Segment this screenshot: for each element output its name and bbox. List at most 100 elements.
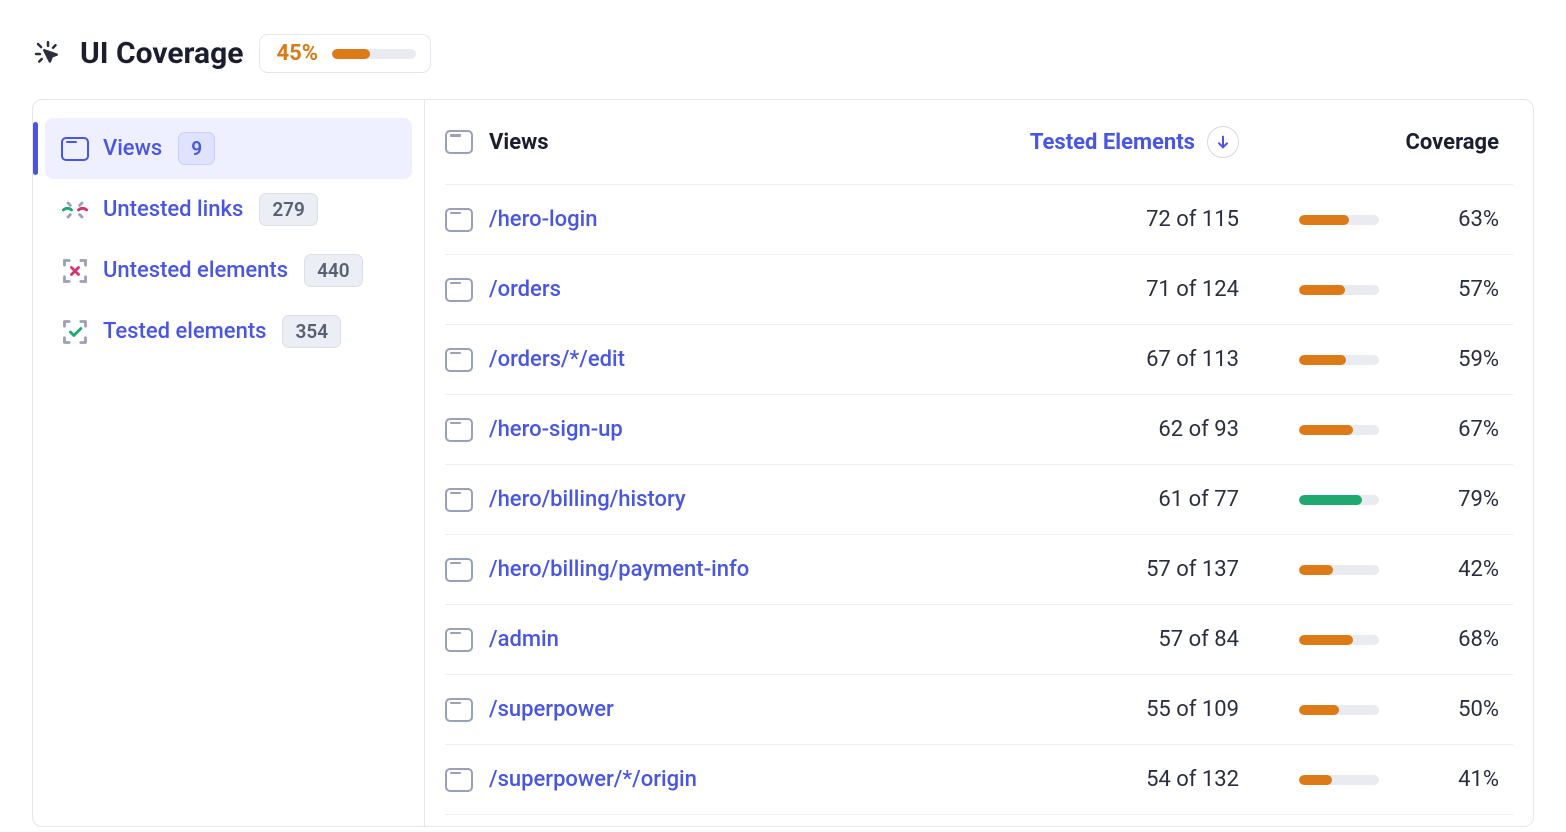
cell-coverage: 59%: [1379, 347, 1499, 372]
sidebar-icon: [61, 257, 89, 285]
cell-bar: [1239, 775, 1379, 785]
table-row[interactable]: /hero/billing/history 61 of 77 79%: [445, 465, 1513, 535]
window-icon: [61, 137, 89, 161]
coverage-bar: [1299, 425, 1379, 435]
sidebar-item-untested-links[interactable]: Untested links 279: [45, 179, 412, 240]
cell-bar: [1239, 565, 1379, 575]
cell-tested: 57 of 137: [979, 557, 1239, 582]
coverage-bar-fill: [1299, 355, 1346, 365]
sidebar-icon: [61, 196, 89, 224]
overall-coverage-pill: 45%: [259, 34, 431, 73]
route-path[interactable]: /admin: [489, 627, 559, 652]
coverage-bar: [1299, 635, 1379, 645]
sidebar-item-views[interactable]: Views9: [45, 118, 412, 179]
cell-route: /orders/*/edit: [445, 347, 979, 372]
table-row[interactable]: /orders 71 of 124 57%: [445, 255, 1513, 325]
route-path[interactable]: /orders: [489, 277, 561, 302]
cell-bar: [1239, 495, 1379, 505]
coverage-bar-fill: [1299, 705, 1339, 715]
main-table: Views Tested Elements Coverage /hero-log…: [425, 100, 1533, 826]
window-icon: [445, 768, 473, 792]
coverage-bar-fill: [1299, 425, 1353, 435]
sidebar-item-tested-elements[interactable]: Tested elements 354: [45, 301, 412, 362]
cell-bar: [1239, 705, 1379, 715]
overall-coverage-bar: [332, 49, 416, 59]
content-panel: Views9 Untested links 279 Untested elements…: [32, 99, 1534, 827]
sidebar-item-count: 279: [259, 193, 318, 226]
cell-bar: [1239, 635, 1379, 645]
sort-desc-button[interactable]: [1207, 126, 1239, 158]
cell-coverage: 79%: [1379, 487, 1499, 512]
page-header: UI Coverage 45%: [0, 0, 1566, 99]
window-icon: [445, 130, 473, 154]
cell-coverage: 50%: [1379, 697, 1499, 722]
cell-coverage: 41%: [1379, 767, 1499, 792]
route-path[interactable]: /orders/*/edit: [489, 347, 625, 372]
table-row[interactable]: /hero/billing/payment-info 57 of 137 42%: [445, 535, 1513, 605]
coverage-bar-fill: [1299, 215, 1349, 225]
cell-route: /hero-sign-up: [445, 417, 979, 442]
sidebar-item-label: Tested elements: [103, 319, 266, 344]
sidebar: Views9 Untested links 279 Untested elements…: [33, 100, 425, 826]
window-icon: [445, 208, 473, 232]
route-path[interactable]: /hero-sign-up: [489, 417, 623, 442]
col-header-coverage: Coverage: [1379, 130, 1499, 155]
cell-route: /admin: [445, 627, 979, 652]
sidebar-item-label: Views: [103, 136, 162, 161]
overall-coverage-bar-fill: [332, 49, 370, 59]
sidebar-item-label: Untested links: [103, 197, 243, 222]
cell-tested: 72 of 115: [979, 207, 1239, 232]
cell-tested: 71 of 124: [979, 277, 1239, 302]
window-icon: [445, 488, 473, 512]
cell-route: /hero/billing/payment-info: [445, 557, 979, 582]
cell-route: /superpower: [445, 697, 979, 722]
page-title: UI Coverage: [80, 36, 243, 71]
table-row[interactable]: /hero-sign-up62 of 9367%: [445, 395, 1513, 465]
sidebar-item-count: 354: [282, 315, 341, 348]
target-check-icon: [61, 318, 89, 346]
cell-bar: [1239, 215, 1379, 225]
route-path[interactable]: /superpower/*/origin: [489, 767, 697, 792]
route-path[interactable]: /hero/billing/history: [489, 487, 686, 512]
cell-route: /orders: [445, 277, 979, 302]
sidebar-icon: [61, 318, 89, 346]
cursor-click-icon: [32, 38, 64, 70]
coverage-bar-fill: [1299, 495, 1362, 505]
table-row[interactable]: /superpower55 of 10950%: [445, 675, 1513, 745]
sidebar-item-untested-elements[interactable]: Untested elements 440: [45, 240, 412, 301]
cell-tested: 67 of 113: [979, 347, 1239, 372]
sidebar-icon: [61, 135, 89, 163]
cell-coverage: 57%: [1379, 277, 1499, 302]
window-icon: [445, 348, 473, 372]
cell-bar: [1239, 355, 1379, 365]
route-path[interactable]: /hero-login: [489, 207, 597, 232]
col-header-tested[interactable]: Tested Elements: [979, 126, 1239, 158]
broken-link-icon: [61, 196, 89, 224]
col-header-tested-label[interactable]: Tested Elements: [1030, 130, 1195, 155]
coverage-bar: [1299, 775, 1379, 785]
cell-route: /superpower/*/origin: [445, 767, 979, 792]
window-icon: [445, 418, 473, 442]
route-path[interactable]: /hero/billing/payment-info: [489, 557, 749, 582]
route-path[interactable]: /superpower: [489, 697, 614, 722]
window-icon: [445, 278, 473, 302]
sidebar-item-label: Untested elements: [103, 258, 288, 283]
table-row[interactable]: /hero-login72 of 11563%: [445, 185, 1513, 255]
col-header-views: Views: [445, 130, 979, 155]
col-header-views-label: Views: [489, 130, 549, 155]
table-row[interactable]: /admin57 of 8468%: [445, 605, 1513, 675]
table-row[interactable]: /superpower/*/origin54 of 13241%: [445, 745, 1513, 815]
coverage-bar: [1299, 565, 1379, 575]
coverage-bar: [1299, 705, 1379, 715]
coverage-bar-fill: [1299, 635, 1353, 645]
cell-route: /hero-login: [445, 207, 979, 232]
cell-coverage: 42%: [1379, 557, 1499, 582]
coverage-bar: [1299, 495, 1379, 505]
coverage-bar: [1299, 215, 1379, 225]
sidebar-item-count: 440: [304, 254, 363, 287]
table-row[interactable]: /orders/*/edit 67 of 113 59%: [445, 325, 1513, 395]
cell-tested: 61 of 77: [979, 487, 1239, 512]
arrow-down-icon: [1215, 134, 1231, 150]
overall-coverage-pct: 45%: [276, 41, 318, 66]
coverage-bar-fill: [1299, 775, 1332, 785]
